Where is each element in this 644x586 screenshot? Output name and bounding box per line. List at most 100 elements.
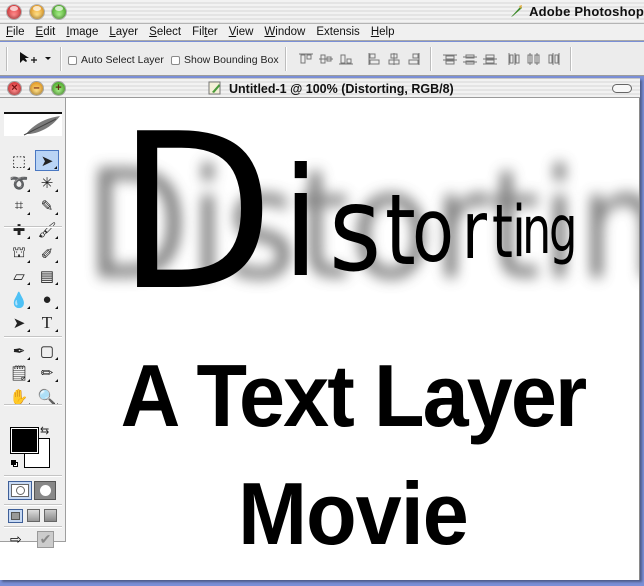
- separator: [60, 47, 62, 71]
- lasso-tool[interactable]: ➰: [7, 172, 31, 193]
- align-horizontal-centers-button[interactable]: [386, 52, 402, 66]
- app-title-bar: Adobe Photoshop: [0, 0, 644, 24]
- doc-zoom-button[interactable]: +: [52, 82, 65, 95]
- menu-extensis[interactable]: Extensis: [316, 24, 359, 40]
- commit-icon[interactable]: ✔: [37, 531, 54, 548]
- full-screen-mode-button[interactable]: [44, 509, 57, 522]
- auto-select-layer-checkbox[interactable]: Auto Select Layer: [68, 54, 164, 66]
- menu-image[interactable]: Image: [66, 24, 98, 40]
- app-title: Adobe Photoshop: [509, 4, 644, 19]
- menu-edit[interactable]: Edit: [36, 24, 56, 40]
- tools-separator: [4, 475, 62, 477]
- clone-stamp-tool[interactable]: ⛫: [7, 243, 31, 264]
- quick-mask-mode-button[interactable]: [34, 481, 56, 500]
- distort-letter: o: [412, 179, 454, 283]
- align-top-edges-button[interactable]: [298, 52, 314, 66]
- distribute-top-edges-button[interactable]: [442, 52, 458, 66]
- distort-letter: i: [282, 136, 320, 311]
- healing-brush-icon: ✚: [12, 221, 26, 239]
- photoshop-feather-icon: [23, 116, 60, 136]
- slice-icon: ✎: [40, 197, 54, 215]
- blur-icon: 💧: [9, 291, 29, 309]
- tools-separator: [4, 526, 62, 528]
- tool-preset-picker[interactable]: [18, 50, 54, 68]
- magic-wand-tool[interactable]: ✳: [35, 172, 59, 193]
- separator: [570, 47, 572, 71]
- doc-close-button[interactable]: ×: [8, 82, 21, 95]
- gradient-tool[interactable]: ▤: [35, 265, 59, 286]
- document-canvas[interactable]: Distorting Distorting A Text Layer Movie: [67, 99, 639, 579]
- slice-tool[interactable]: ✎: [35, 195, 59, 216]
- eraser-icon: ▱: [13, 267, 25, 285]
- photoshop-app: Adobe Photoshop File Edit Image Layer Se…: [0, 0, 644, 586]
- blur-tool[interactable]: 💧: [7, 289, 31, 310]
- rectangular-marquee-tool[interactable]: ⬚: [7, 150, 31, 171]
- move-tool-icon: [20, 52, 51, 63]
- distribute-left-edges-button[interactable]: [506, 52, 522, 66]
- document-icon: [208, 81, 222, 95]
- hand-icon: ✋: [9, 388, 29, 406]
- distort-letter: g: [549, 193, 578, 268]
- menu-window[interactable]: Window: [264, 24, 305, 40]
- align-vertical-centers-button[interactable]: [318, 52, 334, 66]
- distort-letter: r: [462, 184, 487, 277]
- history-brush-icon: ✐: [40, 245, 54, 263]
- default-colors-icon[interactable]: [11, 460, 19, 468]
- notes-tool[interactable]: 🗒: [7, 362, 31, 383]
- jump-to-imageready-button[interactable]: ⇨: [10, 531, 34, 549]
- tools-separator: [4, 504, 62, 506]
- menu-layer[interactable]: Layer: [109, 24, 138, 40]
- distort-letter: D: [117, 99, 275, 338]
- tools-separator: [4, 336, 62, 338]
- menu-file[interactable]: File: [6, 24, 25, 40]
- document-title-bar[interactable]: × – + Untitled-1 @ 100% (Distorting, RGB…: [0, 78, 640, 98]
- separator: [285, 47, 287, 71]
- pen-tool[interactable]: ✒: [7, 340, 31, 361]
- toolbar-toggle-button[interactable]: [612, 84, 632, 93]
- rectangular-marquee-icon: ⬚: [11, 152, 27, 170]
- standard-mode-button[interactable]: [8, 481, 32, 500]
- move-tool[interactable]: ➤: [35, 150, 59, 171]
- foreground-color-swatch[interactable]: [10, 427, 39, 454]
- distribute-horizontal-centers-button[interactable]: [526, 52, 542, 66]
- history-brush-tool[interactable]: ✐: [35, 243, 59, 264]
- swap-colors-icon[interactable]: ⇆: [40, 424, 49, 437]
- full-screen-menu-mode-button[interactable]: [27, 509, 40, 522]
- options-grip[interactable]: [6, 47, 8, 71]
- shape-tool[interactable]: ▢: [35, 340, 59, 361]
- document-window: × – + Untitled-1 @ 100% (Distorting, RGB…: [0, 78, 640, 580]
- type-icon: T: [41, 312, 53, 332]
- show-bounding-box-checkbox[interactable]: Show Bounding Box: [171, 54, 279, 66]
- align-right-edges-button[interactable]: [406, 52, 422, 66]
- align-bottom-edges-button[interactable]: [338, 52, 354, 66]
- crop-tool[interactable]: ⌗: [7, 195, 31, 216]
- lasso-icon: ➰: [9, 174, 29, 192]
- distribute-bottom-edges-button[interactable]: [482, 52, 498, 66]
- app-minimize-button[interactable]: [30, 5, 44, 19]
- app-close-button[interactable]: [7, 5, 21, 19]
- crop-icon: ⌗: [14, 197, 24, 214]
- menu-view[interactable]: View: [229, 24, 254, 40]
- distribute-right-edges-button[interactable]: [546, 52, 562, 66]
- eraser-tool[interactable]: ▱: [7, 265, 31, 286]
- type-tool[interactable]: T: [35, 312, 59, 333]
- pen-icon: ✒: [12, 342, 26, 360]
- path-selection-tool[interactable]: ➤: [7, 312, 31, 333]
- standard-screen-mode-button[interactable]: [8, 509, 23, 523]
- menu-bar: File Edit Image Layer Select Filter View…: [0, 24, 644, 41]
- align-left-edges-button[interactable]: [366, 52, 382, 66]
- dodge-tool[interactable]: ●: [35, 289, 59, 310]
- doc-minimize-button[interactable]: –: [30, 82, 43, 95]
- menu-filter[interactable]: Filter: [192, 24, 218, 40]
- distribute-vertical-centers-button[interactable]: [462, 52, 478, 66]
- healing-brush-tool[interactable]: ✚: [7, 219, 31, 240]
- tools-palette-header[interactable]: [4, 112, 62, 136]
- menu-help[interactable]: Help: [371, 24, 395, 40]
- app-zoom-button[interactable]: [52, 5, 66, 19]
- menu-select[interactable]: Select: [149, 24, 181, 40]
- tools-separator: [4, 404, 62, 406]
- brush-tool[interactable]: 🖌: [35, 219, 59, 240]
- eyedropper-tool[interactable]: ✏: [35, 362, 59, 383]
- move-icon: ➤: [40, 152, 54, 170]
- headline-line-2: Movie: [238, 464, 469, 563]
